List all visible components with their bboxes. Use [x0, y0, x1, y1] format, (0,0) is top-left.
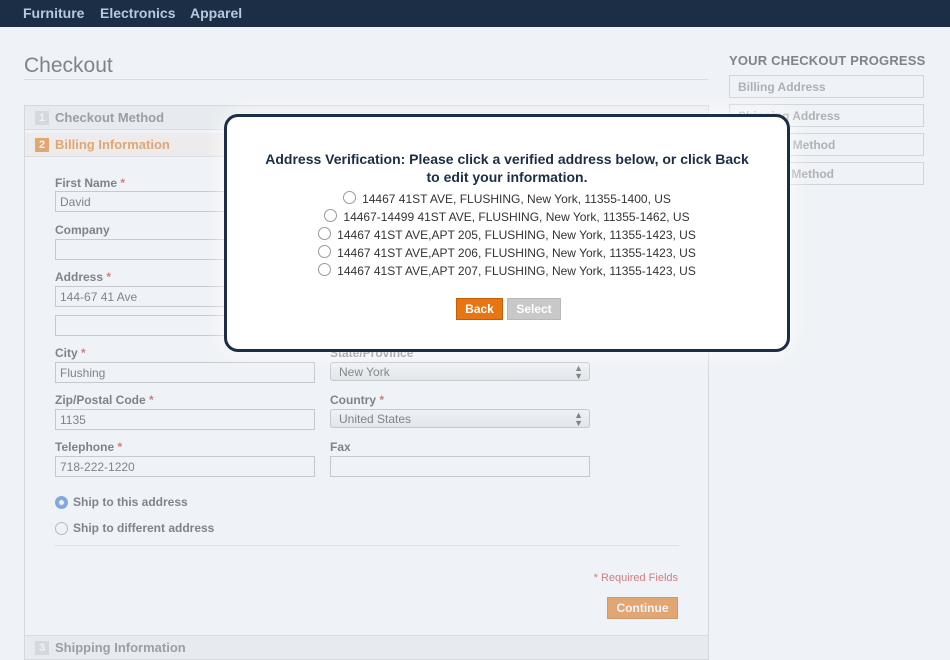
top-navigation: Furniture Electronics Apparel — [0, 0, 950, 27]
address-option-label: 14467 41ST AVE, FLUSHING, New York, 1135… — [362, 191, 671, 206]
select-button[interactable]: Select — [507, 298, 561, 320]
address-option-label: 14467 41ST AVE,APT 206, FLUSHING, New Yo… — [337, 245, 696, 260]
address-radio[interactable] — [318, 227, 332, 241]
dialog-title: Address Verification: Please click a ver… — [265, 151, 749, 185]
address-option-label: 14467 41ST AVE,APT 205, FLUSHING, New Yo… — [337, 227, 696, 242]
address-option[interactable]: 14467 41ST AVE,APT 206, FLUSHING, New Yo… — [227, 245, 787, 263]
address-option[interactable]: 14467-14499 41ST AVE, FLUSHING, New York… — [227, 209, 787, 227]
address-radio[interactable] — [318, 245, 332, 259]
back-button[interactable]: Back — [456, 298, 503, 320]
address-option-label: 14467-14499 41ST AVE, FLUSHING, New York… — [343, 209, 690, 224]
address-option[interactable]: 14467 41ST AVE,APT 207, FLUSHING, New Yo… — [227, 263, 787, 281]
address-verification-dialog: Address Verification: Please click a ver… — [224, 114, 790, 352]
nav-item-apparel[interactable]: Apparel — [190, 5, 242, 21]
address-radio[interactable] — [318, 263, 332, 277]
nav-item-furniture[interactable]: Furniture — [23, 5, 84, 21]
address-radio[interactable] — [343, 191, 357, 205]
nav-item-electronics[interactable]: Electronics — [100, 5, 175, 21]
address-radio[interactable] — [324, 209, 338, 223]
address-option[interactable]: 14467 41ST AVE, FLUSHING, New York, 1135… — [227, 191, 787, 209]
address-option[interactable]: 14467 41ST AVE,APT 205, FLUSHING, New Yo… — [227, 227, 787, 245]
address-option-label: 14467 41ST AVE,APT 207, FLUSHING, New Yo… — [337, 263, 696, 278]
